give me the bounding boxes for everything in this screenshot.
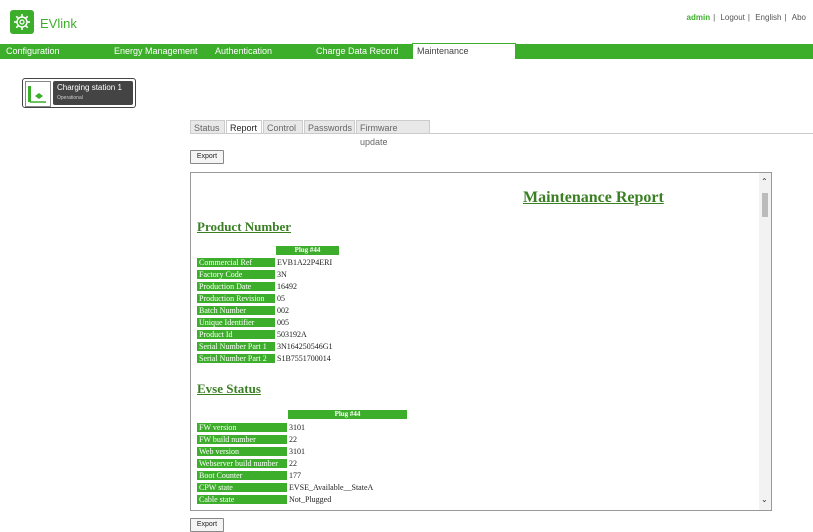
row-key: FW version — [197, 423, 287, 432]
gear-icon — [14, 14, 30, 30]
tab-divider — [190, 133, 813, 134]
menu-maintenance[interactable]: Maintenance — [412, 43, 516, 59]
menu-charge-data-record[interactable]: Charge Data Record — [312, 44, 403, 59]
charging-station-icon — [25, 81, 51, 107]
row-key: Commercial Ref — [197, 258, 275, 267]
product-number-title: Product Number — [197, 219, 292, 234]
row-value: 3N164250546G1 — [277, 342, 333, 351]
row-key: Batch Number — [197, 306, 275, 315]
user-link[interactable]: admin — [687, 13, 711, 22]
report-scrollbar[interactable]: ⌃ ⌄ — [759, 173, 771, 510]
menu-configuration[interactable]: Configuration — [2, 44, 64, 59]
report-frame[interactable]: Maintenance Report Product Number Plug #… — [190, 172, 772, 511]
row-value: 22 — [289, 435, 297, 444]
row-key: Unique Identifier — [197, 318, 275, 327]
row-value: 3101 — [289, 423, 305, 432]
menu-authentication[interactable]: Authentication — [211, 44, 276, 59]
station-name: Charging station 1 — [57, 83, 122, 92]
tab-control[interactable]: Control — [263, 120, 303, 134]
row-key: FW build number — [197, 435, 287, 444]
tab-report[interactable]: Report — [226, 120, 262, 134]
export-button-bottom[interactable]: Export — [190, 518, 224, 532]
station-label: Charging station 1 Operational — [53, 81, 133, 105]
row-value: EVB1A22P4ERI — [277, 258, 333, 267]
row-value: 16492 — [277, 282, 297, 291]
app-name: EVlink — [40, 16, 77, 31]
row-key: Production Revision — [197, 294, 275, 303]
report-title: Maintenance Report — [523, 189, 664, 206]
row-key: Production Date — [197, 282, 275, 291]
station-status: Operational — [57, 95, 83, 101]
menu-energy-management[interactable]: Energy Management — [110, 44, 202, 59]
row-value: 177 — [289, 471, 301, 480]
row-key: Boot Counter — [197, 471, 287, 480]
row-value: Not_Plugged — [289, 495, 332, 504]
station-selector[interactable]: Charging station 1 Operational — [22, 78, 136, 108]
row-value: 05 — [277, 294, 285, 303]
scroll-down-icon[interactable]: ⌄ — [761, 495, 768, 504]
tab-status[interactable]: Status — [190, 120, 225, 134]
evse-plug-header: Plug #44 — [288, 410, 407, 419]
evlink-logo-icon — [10, 10, 34, 34]
row-key: Product Id — [197, 330, 275, 339]
language-link[interactable]: English — [755, 13, 781, 22]
row-value: 503192A — [277, 330, 307, 339]
tab-passwords[interactable]: Passwords — [304, 120, 355, 134]
tab-firmware-update[interactable]: Firmware update — [356, 120, 430, 147]
row-key: CPW state — [197, 483, 287, 492]
row-key: Web version — [197, 447, 287, 456]
export-button-top[interactable]: Export — [190, 150, 224, 164]
main-menu: Configuration Energy Management Authenti… — [0, 43, 813, 59]
about-link[interactable]: Abo — [792, 13, 806, 22]
row-value: 002 — [277, 306, 289, 315]
row-value: 005 — [277, 318, 289, 327]
row-key: Serial Number Part 1 — [197, 342, 275, 351]
product-plug-header: Plug #44 — [276, 246, 339, 255]
row-key: Factory Code — [197, 270, 275, 279]
row-value: EVSE_Available__StateA — [289, 483, 374, 492]
scrollbar-thumb[interactable] — [762, 193, 768, 217]
row-key: Cable state — [197, 495, 287, 504]
row-value: 3101 — [289, 447, 305, 456]
logout-link[interactable]: Logout — [720, 13, 744, 22]
scroll-up-icon[interactable]: ⌃ — [761, 177, 768, 186]
row-value: 22 — [289, 459, 297, 468]
row-value: 3N — [277, 270, 287, 279]
evse-status-title: Evse Status — [197, 381, 261, 396]
row-key: Serial Number Part 2 — [197, 354, 275, 363]
row-key: Webserver build number — [197, 459, 287, 468]
row-value: S1B7551700014 — [277, 354, 331, 363]
top-links: admin | Logout | English | Abo — [686, 13, 806, 22]
